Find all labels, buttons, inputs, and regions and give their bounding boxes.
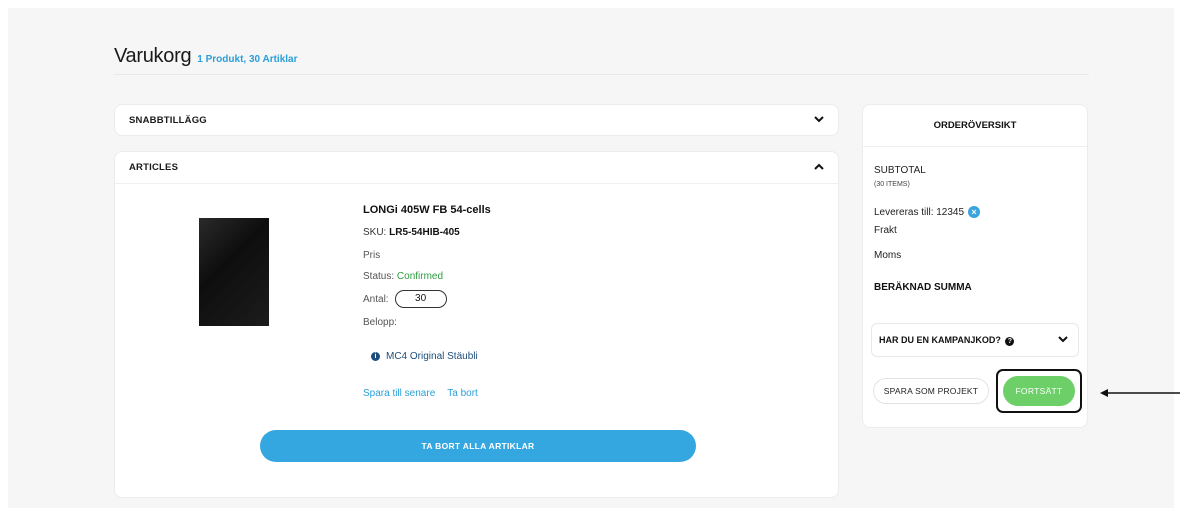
title-divider (114, 74, 1089, 75)
campaign-code-toggle[interactable]: HAR DU EN KAMPANJKOD? ? (871, 323, 1079, 357)
continue-button[interactable]: FORTSÄTT (1003, 376, 1075, 406)
remove-link[interactable]: Ta bort (447, 388, 478, 399)
articles-label: ARTICLES (129, 162, 179, 173)
continue-highlight: FORTSÄTT (996, 369, 1082, 413)
summary-title: ORDERÖVERSIKT (863, 105, 1087, 147)
delivery-label: Levereras till: 12345 (874, 206, 965, 218)
delivery-info: Levereras till: 12345 × (874, 206, 981, 218)
save-as-project-button[interactable]: SPARA SOM PROJEKT (873, 378, 989, 404)
product-quantity: Antal: 30 (363, 290, 447, 308)
status-label: Status: (363, 271, 395, 282)
cart-count: 1 Produkt, 30 Artiklar (197, 54, 298, 65)
status-value: Confirmed (396, 271, 444, 282)
quantity-input[interactable]: 30 (394, 290, 447, 308)
product-amount-label: Belopp: (363, 317, 397, 328)
quantity-label: Antal: (363, 293, 389, 305)
chevron-up-icon[interactable] (814, 162, 824, 173)
campaign-text: HAR DU EN KAMPANJKOD? (879, 334, 1001, 345)
info-icon: i (371, 352, 380, 361)
chevron-down-icon (1058, 335, 1068, 345)
product-sku: SKU: LR5-54HIB-405 (363, 227, 460, 238)
product-status: Status: Confirmed (363, 271, 443, 282)
cart-title: Varukorg (114, 45, 192, 67)
product-image[interactable] (199, 218, 269, 326)
clear-postcode-icon[interactable]: × (968, 206, 981, 218)
save-for-later-link[interactable]: Spara till senare (363, 388, 435, 399)
addon-label: MC4 Original Stäubli (386, 351, 478, 362)
product-actions: Spara till senare Ta bort (363, 388, 478, 399)
shipping-label: Frakt (874, 225, 897, 236)
snabbtillagg-section[interactable]: SNABBTILLÄGG (114, 104, 839, 136)
sku-label: SKU: (363, 227, 387, 238)
product-addon[interactable]: i MC4 Original Stäubli (371, 351, 478, 362)
page-title: Varukorg 1 Produkt, 30 Artiklar (114, 45, 298, 68)
order-summary: ORDERÖVERSIKT SUBTOTAL (30 ITEMS) Levere… (862, 104, 1088, 428)
snabbtillagg-label: SNABBTILLÄGG (129, 114, 207, 126)
pointer-arrow-icon (1100, 389, 1180, 397)
vat-label: Moms (874, 250, 902, 261)
subtotal-label: SUBTOTAL (874, 165, 926, 176)
sku-value: LR5-54HIB-405 (389, 227, 460, 238)
remove-all-button[interactable]: TA BORT ALLA ARTIKLAR (260, 430, 696, 462)
help-icon: ? (1005, 336, 1015, 346)
campaign-label: HAR DU EN KAMPANJKOD? ? (879, 334, 1015, 346)
product-name[interactable]: LONGi 405W FB 54-cells (363, 204, 491, 216)
articles-header[interactable]: ARTICLES (115, 152, 838, 184)
chevron-down-icon[interactable] (814, 115, 824, 126)
estimated-total-label: BERÄKNAD SUMMA (874, 282, 972, 293)
items-count: (30 ITEMS) (874, 181, 910, 188)
product-price-label: Pris (363, 250, 381, 261)
articles-section: ARTICLES LONGi 405W FB 54-cells SKU: LR5… (114, 151, 839, 498)
